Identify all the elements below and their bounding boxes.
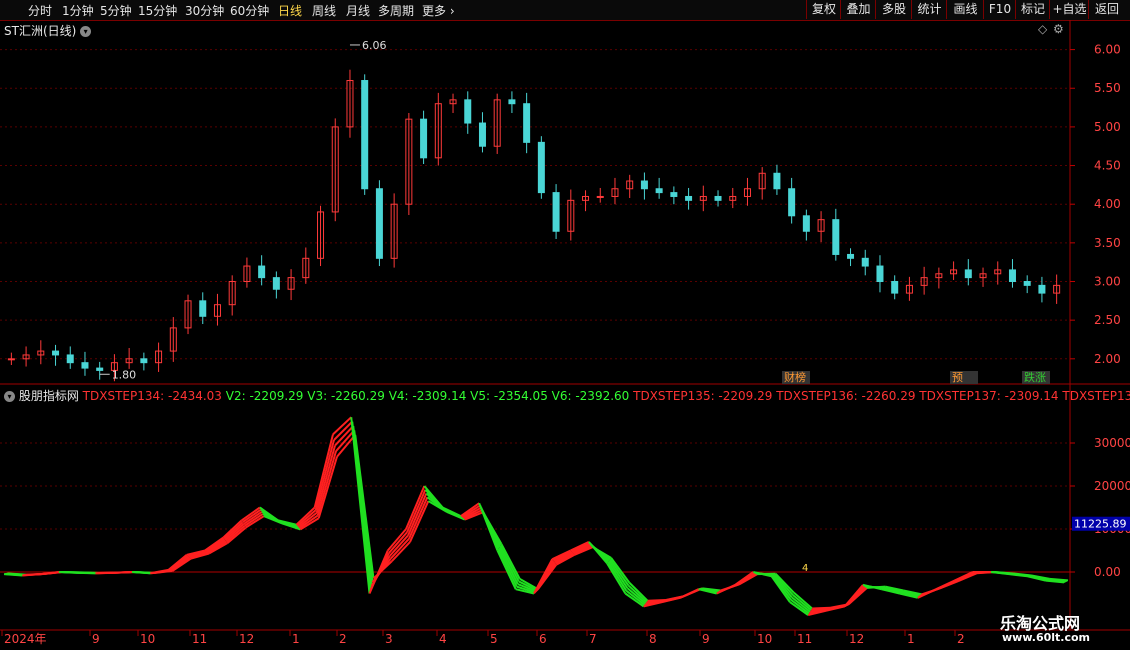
- candle-body: [640, 180, 648, 190]
- indicator-marker: 4: [802, 563, 808, 574]
- indicator-segment: [772, 574, 793, 599]
- indicator-segment: [812, 606, 831, 610]
- xaxis-label: 3: [385, 632, 393, 646]
- candle-body: [1038, 284, 1046, 294]
- candle-body: [655, 188, 663, 194]
- candle-body: [876, 265, 884, 283]
- candle-body: [670, 192, 678, 197]
- candle-body: [847, 253, 855, 259]
- xaxis-label: 9: [92, 632, 100, 646]
- xaxis-label: 10: [757, 632, 772, 646]
- candle-body: [81, 362, 89, 369]
- xaxis-label: 6: [539, 632, 547, 646]
- watermark-url: www.60lt.com: [1002, 631, 1091, 644]
- candle-body: [832, 219, 840, 255]
- event-tag[interactable]: 财榜: [784, 370, 806, 384]
- event-tag[interactable]: 跌涨: [1024, 370, 1046, 384]
- current-value-label: 11225.89: [1074, 518, 1127, 531]
- candle-body: [478, 122, 486, 147]
- candle-body: [891, 281, 899, 294]
- candle-body: [861, 257, 869, 267]
- xaxis-label: 5: [490, 632, 498, 646]
- candle-body: [596, 195, 604, 198]
- price-tick-label: 2.50: [1094, 313, 1121, 327]
- indicator-segment: [720, 583, 740, 592]
- ind-tick-label: 30000: [1094, 436, 1130, 450]
- candle-body: [420, 118, 428, 159]
- xaxis-label: 9: [702, 632, 710, 646]
- candle-body: [375, 188, 383, 259]
- indicator-segment: [409, 500, 430, 543]
- price-tick-label: 2.00: [1094, 352, 1121, 366]
- price-annotation: 6.06: [362, 39, 387, 52]
- candle-body: [258, 265, 266, 279]
- indicator-segment: [407, 493, 428, 536]
- xaxis-label: 11: [797, 632, 812, 646]
- indicator-segment: [608, 560, 629, 589]
- candle-body: [199, 300, 207, 317]
- price-tick-label: 5.00: [1094, 120, 1121, 134]
- xaxis-label: 12: [849, 632, 864, 646]
- xaxis-label: 10: [140, 632, 155, 646]
- xaxis-label: 1: [907, 632, 915, 646]
- candle-body: [714, 195, 722, 201]
- candle-body: [773, 172, 781, 190]
- xaxis-label: 4: [439, 632, 447, 646]
- xaxis-label: 8: [649, 632, 657, 646]
- candle-body: [523, 103, 531, 143]
- price-tick-label: 6.00: [1094, 43, 1121, 57]
- candle-body: [1008, 269, 1016, 283]
- candle-body: [52, 350, 60, 356]
- kline-chart[interactable]: 6.06 1.80 财榜 预 跌涨 4 6.00 5.50 5.00 4.50 4.00 3.50…: [0, 0, 1130, 650]
- candle-body: [66, 354, 74, 364]
- candle-body: [96, 367, 104, 371]
- candle-body: [140, 358, 148, 364]
- price-tick-label: 3.00: [1094, 275, 1121, 289]
- price-tick-label: 4.50: [1094, 159, 1121, 173]
- ind-tick-label: 0.00: [1094, 565, 1121, 579]
- ind-tick-label: 20000: [1094, 479, 1130, 493]
- xaxis-label: 7: [589, 632, 597, 646]
- xaxis-label: 12: [239, 632, 254, 646]
- xaxis-label: 2: [957, 632, 965, 646]
- price-tick-label: 4.00: [1094, 197, 1121, 211]
- event-tag[interactable]: 预: [952, 371, 963, 384]
- price-tick-label: 3.50: [1094, 236, 1121, 250]
- candle-body: [361, 80, 369, 190]
- price-tick-label: 5.50: [1094, 81, 1121, 95]
- xaxis-label: 2: [339, 632, 347, 646]
- candle-body: [964, 269, 972, 279]
- candle-body: [1023, 281, 1031, 286]
- candle-body: [537, 141, 545, 194]
- indicator-segment: [315, 445, 336, 514]
- candle-body: [272, 277, 280, 290]
- candle-body: [802, 215, 810, 232]
- indicator-segment: [498, 546, 519, 585]
- price-annotation: 1.80: [112, 368, 137, 381]
- xaxis-label: 11: [192, 632, 207, 646]
- indicator-segment: [354, 434, 375, 579]
- candle-body: [464, 99, 472, 124]
- candle-body: [788, 188, 796, 217]
- candle-body: [552, 192, 560, 232]
- candle-body: [685, 195, 693, 201]
- candle-body: [508, 99, 516, 105]
- xaxis-label: 2024年: [4, 632, 47, 646]
- xaxis-label: 1: [292, 632, 300, 646]
- candle-body: [7, 358, 15, 361]
